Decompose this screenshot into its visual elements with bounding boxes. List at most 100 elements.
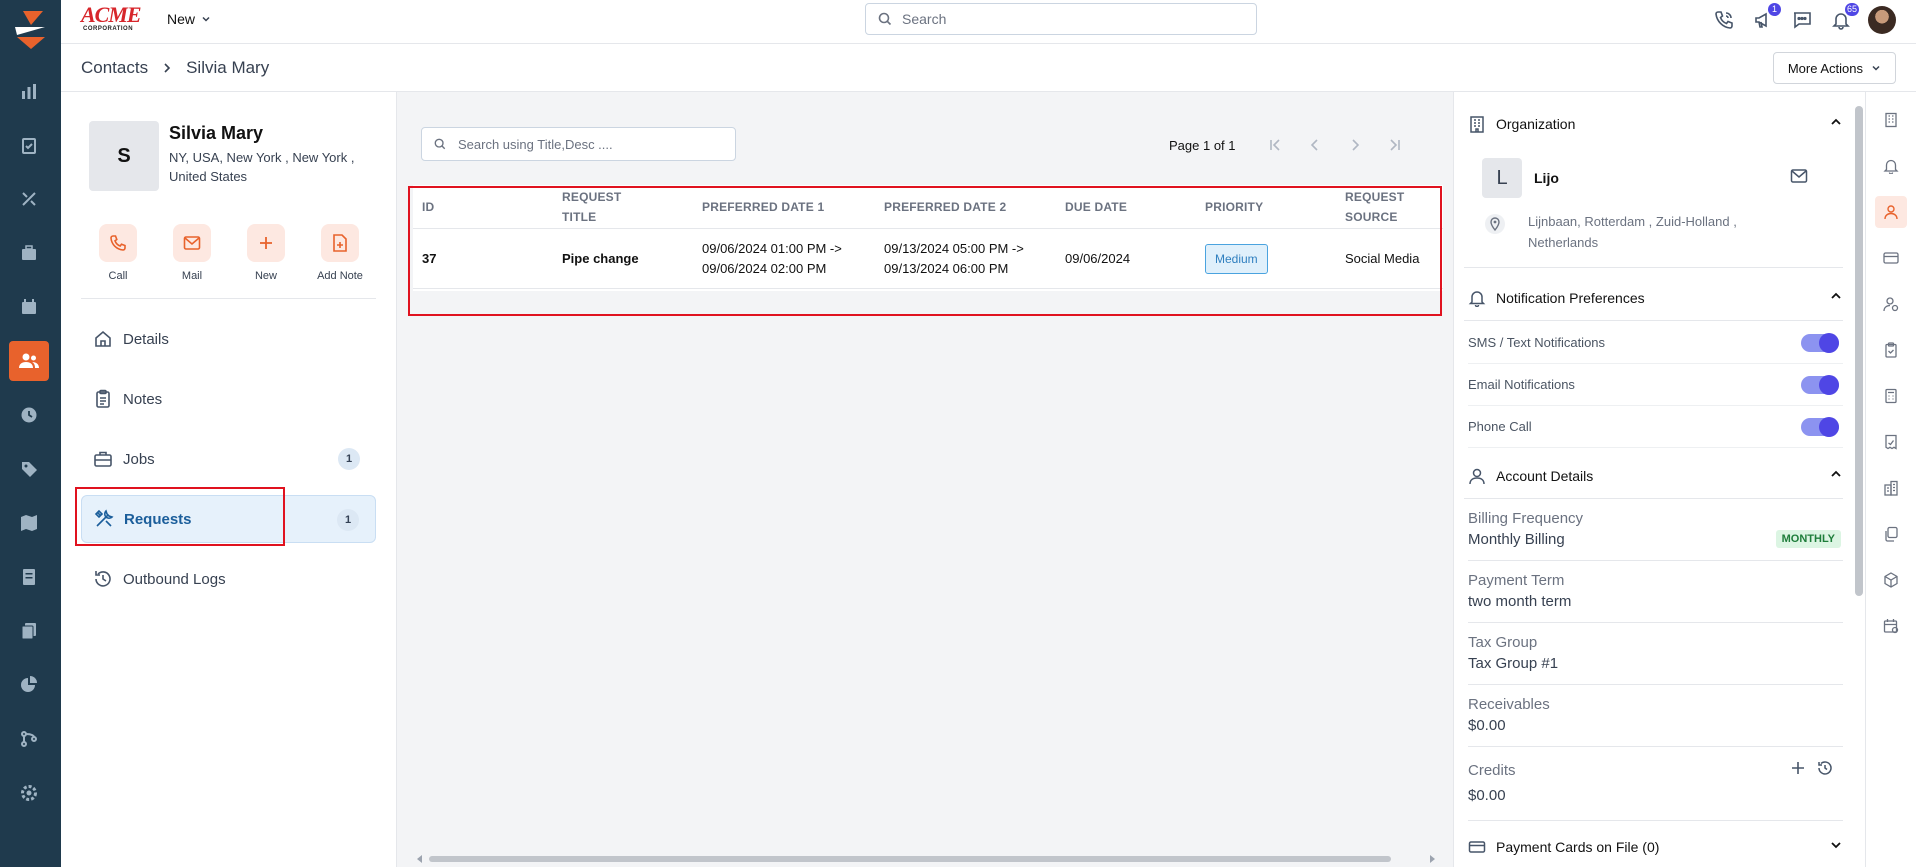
- calendar-sync-icon[interactable]: [1875, 610, 1907, 642]
- organization-building-icon[interactable]: [1875, 104, 1907, 136]
- mail-button[interactable]: Mail: [155, 224, 229, 282]
- search-icon: [434, 138, 446, 150]
- nav-label-jobs: Jobs: [123, 450, 155, 468]
- notification-bell-icon[interactable]: [1875, 150, 1907, 182]
- briefcase-icon: [94, 451, 112, 467]
- column-header-preferred-date-2[interactable]: PREFERRED DATE 2: [884, 185, 1006, 229]
- invoice-icon[interactable]: [9, 557, 49, 597]
- global-search-input[interactable]: Search: [865, 3, 1257, 35]
- clock-icon[interactable]: [9, 395, 49, 435]
- nav-item-notes[interactable]: Notes: [81, 375, 376, 423]
- new-button[interactable]: New: [229, 224, 303, 282]
- bell-icon[interactable]: 65: [1829, 3, 1859, 32]
- map-icon[interactable]: [9, 503, 49, 543]
- chat-icon[interactable]: [1790, 8, 1814, 32]
- credits-field: Credits $0.00: [1468, 751, 1843, 821]
- receipt-icon[interactable]: [1875, 426, 1907, 458]
- column-header-text: TITLE: [562, 210, 597, 224]
- column-header-id[interactable]: ID: [422, 185, 434, 229]
- nav-label-details: Details: [123, 330, 169, 348]
- cell-id: 37: [422, 251, 437, 266]
- next-page-icon[interactable]: [1344, 136, 1366, 154]
- email-notifications-toggle[interactable]: [1801, 375, 1839, 395]
- chevron-down-icon: [1831, 842, 1841, 849]
- first-page-icon[interactable]: [1264, 136, 1286, 154]
- user-avatar[interactable]: [1868, 6, 1896, 34]
- nav-item-outbound-logs[interactable]: Outbound Logs: [81, 555, 376, 603]
- nav-item-details[interactable]: Details: [81, 315, 376, 363]
- phone-calls-icon[interactable]: [1712, 8, 1736, 32]
- clipboard-check-icon[interactable]: [1875, 334, 1907, 366]
- contact-avatar: S: [89, 121, 159, 191]
- cell-request-title[interactable]: Pipe change: [562, 229, 639, 289]
- receivables-label: Receivables: [1468, 696, 1550, 713]
- credit-history-icon[interactable]: [1817, 760, 1833, 776]
- tag-icon[interactable]: [9, 449, 49, 489]
- search-placeholder: Search: [902, 11, 947, 27]
- requests-search-input[interactable]: Search using Title,Desc ....: [421, 127, 736, 161]
- payment-cards-header[interactable]: Payment Cards on File (0): [1468, 825, 1843, 867]
- vertical-scrollbar[interactable]: [1855, 106, 1863, 596]
- add-credit-icon[interactable]: [1791, 761, 1805, 775]
- office-building-icon[interactable]: [1875, 472, 1907, 504]
- column-header-request-source[interactable]: REQUEST SOURCE: [1345, 185, 1404, 229]
- credit-card-icon[interactable]: [1875, 242, 1907, 274]
- tax-group-value: Tax Group #1: [1468, 655, 1559, 672]
- contact-summary-panel: S Silvia Mary NY, USA, New York , New Yo…: [61, 92, 397, 867]
- prev-page-icon[interactable]: [1304, 136, 1326, 154]
- phone-call-toggle[interactable]: [1801, 417, 1839, 437]
- mail-icon[interactable]: [1790, 168, 1808, 184]
- calendar-icon[interactable]: [9, 287, 49, 327]
- requests-table: ID REQUEST TITLE PREFERRED DATE 1 PREFER…: [413, 185, 1443, 291]
- search-icon: [878, 12, 892, 26]
- more-actions-button[interactable]: More Actions: [1772, 52, 1896, 84]
- notification-preferences-header[interactable]: Notification Preferences: [1468, 276, 1843, 320]
- sms-notifications-toggle[interactable]: [1801, 333, 1839, 353]
- nav-item-requests[interactable]: Requests 1: [81, 495, 376, 543]
- dashboard-icon[interactable]: [9, 71, 49, 111]
- pie-chart-icon[interactable]: [9, 665, 49, 705]
- package-box-icon[interactable]: [1875, 564, 1907, 596]
- call-button[interactable]: Call: [81, 224, 155, 282]
- calculator-icon[interactable]: [1875, 380, 1907, 412]
- user-settings-icon[interactable]: [1875, 288, 1907, 320]
- column-header-due-date[interactable]: DUE DATE: [1065, 185, 1127, 229]
- contacts-icon[interactable]: [9, 341, 49, 381]
- breadcrumb-contacts-link[interactable]: Contacts: [81, 58, 148, 78]
- add-note-button[interactable]: Add Note: [303, 224, 377, 282]
- chevron-up-icon: [1831, 118, 1841, 125]
- user-icon: [1469, 468, 1485, 485]
- column-header-preferred-date-1[interactable]: PREFERRED DATE 1: [702, 185, 824, 229]
- nav-label-requests: Requests: [124, 510, 192, 528]
- table-row[interactable]: 37 Pipe change 09/06/2024 01:00 PM -> 09…: [413, 229, 1443, 289]
- date-line: 09/13/2024 05:00 PM ->: [884, 241, 1024, 256]
- app-logo-icon[interactable]: [9, 9, 51, 51]
- briefcase-icon[interactable]: [9, 233, 49, 273]
- copy-documents-icon[interactable]: [1875, 518, 1907, 550]
- brand-logo[interactable]: ACME CORPORATION: [81, 4, 145, 34]
- contact-person-icon[interactable]: [1875, 196, 1907, 228]
- nav-item-jobs[interactable]: Jobs 1: [81, 435, 376, 483]
- documents-icon[interactable]: [9, 611, 49, 651]
- settings-gear-icon[interactable]: [9, 773, 49, 813]
- account-details-header[interactable]: Account Details: [1468, 454, 1843, 498]
- organization-address: Lijnbaan, Rotterdam , Zuid-Holland , Net…: [1528, 214, 1737, 250]
- horizontal-scrollbar[interactable]: [415, 853, 1437, 865]
- workflow-icon[interactable]: [9, 719, 49, 759]
- payment-cards-heading: Payment Cards on File (0): [1496, 839, 1660, 855]
- clipboard-check-icon[interactable]: [9, 125, 49, 165]
- contact-details-panel: Organization L Lijo Lijnbaan, Rotterdam …: [1453, 92, 1865, 867]
- contact-section-nav: Details Notes Jobs 1 Requests 1 Outbound…: [81, 315, 376, 615]
- new-label: New: [254, 270, 277, 282]
- tools-icon[interactable]: [9, 179, 49, 219]
- organization-name[interactable]: Lijo: [1534, 170, 1559, 186]
- requests-main-panel: Search using Title,Desc .... Page 1 of 1…: [397, 92, 1453, 867]
- organization-section-header[interactable]: Organization: [1468, 102, 1843, 146]
- column-header-priority[interactable]: PRIORITY: [1205, 185, 1263, 229]
- new-dropdown[interactable]: New: [167, 11, 211, 27]
- column-header-request-title[interactable]: REQUEST TITLE: [562, 185, 621, 229]
- last-page-icon[interactable]: [1384, 136, 1406, 154]
- brand-logo-text: ACME: [81, 2, 142, 27]
- megaphone-icon[interactable]: 1: [1751, 3, 1781, 32]
- contact-name: Silvia Mary: [169, 123, 264, 143]
